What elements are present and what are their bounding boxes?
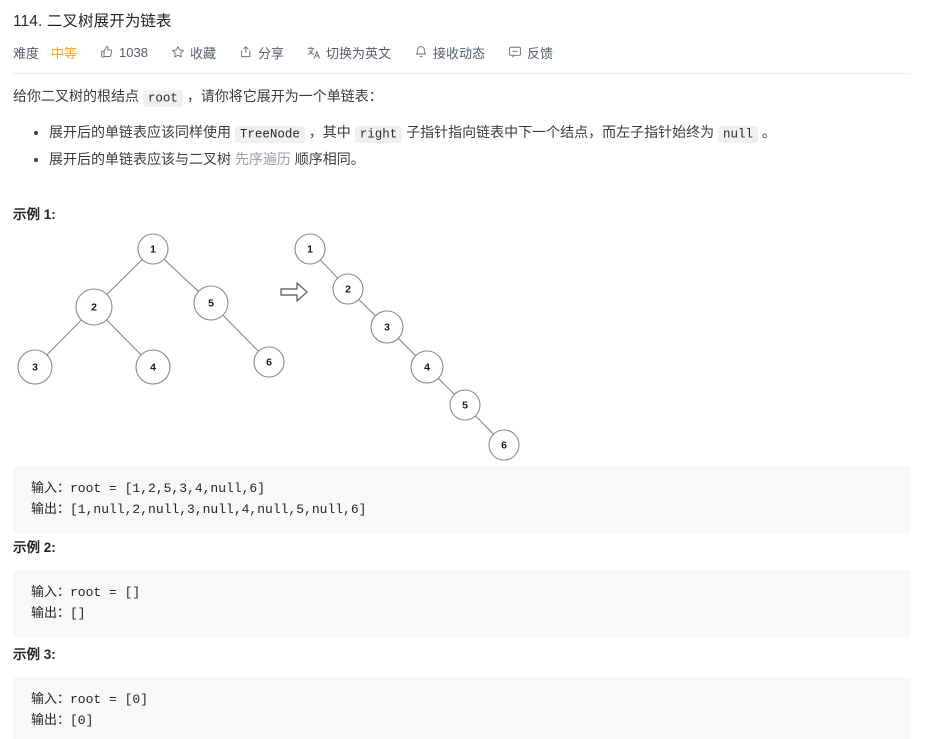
example-1-heading: 示例 1: <box>13 207 56 222</box>
bullet1-text-2: ，其中 <box>308 124 351 140</box>
tree-node: 4 <box>410 350 444 384</box>
header-divider <box>13 73 911 74</box>
difficulty-label: 难度 <box>13 45 40 61</box>
share-icon <box>239 45 253 59</box>
description-bullet-list: 展开后的单链表应该同样使用 TreeNode ，其中 right 子指针指向链表… <box>13 120 913 172</box>
node-value: 6 <box>501 440 507 452</box>
node-value: 4 <box>424 362 430 374</box>
tree-node: 6 <box>488 429 520 461</box>
transforms-to-arrow <box>280 282 308 302</box>
tree-diagram-svg: 1 2 5 3 4 6 1 2 3 4 5 6 <box>17 233 520 461</box>
inline-code-right: right <box>354 125 403 143</box>
star-icon <box>171 45 185 59</box>
node-value: 4 <box>150 362 156 374</box>
translate-icon <box>307 45 321 59</box>
tree-edge <box>475 415 494 435</box>
tree-node: 2 <box>332 273 364 305</box>
bullet1-text-1: 展开后的单链表应该同样使用 <box>49 124 231 140</box>
tree-node: 1 <box>137 233 169 265</box>
subscribe-button[interactable]: 接收动态 <box>414 43 485 62</box>
bell-icon <box>414 45 428 59</box>
node-value: 3 <box>32 362 38 374</box>
bullet2-text-1: 展开后的单链表应该与二叉树 <box>49 151 231 167</box>
node-value: 1 <box>150 244 156 256</box>
favorite-button[interactable]: 收藏 <box>171 43 216 62</box>
node-value: 1 <box>307 244 313 256</box>
lead-text-1: 给你二叉树的根结点 <box>13 88 139 104</box>
example-1-codeblock: 输入：root = [1,2,5,3,4,null,6] 输出：[1,null,… <box>13 466 911 533</box>
translate-label: 切换为英文 <box>325 45 391 61</box>
example-1-output: 输出：[1,null,2,null,3,null,4,null,5,null,6… <box>31 502 367 517</box>
description-lead: 给你二叉树的根结点 root ，请你将它展开为一个单链表： <box>13 84 913 110</box>
arrow-glyph <box>280 282 308 302</box>
share-label: 分享 <box>257 45 284 61</box>
tree-node: 6 <box>253 346 285 378</box>
lead-text-2: ，请你将它展开为一个单链表： <box>186 88 383 104</box>
feedback-label: 反馈 <box>527 45 554 61</box>
tree-node: 3 <box>17 349 53 385</box>
list-item: 展开后的单链表应该与二叉树 先序遍历 顺序相同。 <box>49 147 913 172</box>
example-3-heading: 示例 3: <box>13 647 56 662</box>
tree-node: 4 <box>135 349 171 385</box>
example-1-figure: 1 2 5 3 4 6 1 2 3 4 5 6 <box>13 222 558 462</box>
problem-page: 114. 二叉树展开为链表 难度 中等 1038 收藏 分享 切换为英文 接收动… <box>0 0 926 739</box>
tree-node: 5 <box>193 285 229 321</box>
difficulty-value: 中等 <box>51 45 78 61</box>
problem-meta-bar: 难度 中等 1038 收藏 分享 切换为英文 接收动态 反馈 <box>13 42 553 62</box>
tree-edge <box>106 259 143 295</box>
example-1-input: 输入：root = [1,2,5,3,4,null,6] <box>31 481 266 496</box>
node-value: 2 <box>345 284 351 296</box>
favorite-label: 收藏 <box>189 45 216 61</box>
list-item: 展开后的单链表应该同样使用 TreeNode ，其中 right 子指针指向链表… <box>49 120 913 147</box>
subscribe-label: 接收动态 <box>433 45 486 61</box>
preorder-traversal-link[interactable]: 先序遍历 <box>235 151 291 167</box>
inline-code-root: root <box>142 89 183 107</box>
tree-edge <box>397 337 417 357</box>
tree-edge <box>358 299 376 317</box>
node-value: 2 <box>91 302 97 314</box>
tree-edge <box>222 314 259 352</box>
share-button[interactable]: 分享 <box>239 43 284 62</box>
tree-node: 5 <box>449 389 481 421</box>
node-value: 6 <box>266 357 272 369</box>
problem-description: 给你二叉树的根结点 root ，请你将它展开为一个单链表： 展开后的单链表应该同… <box>13 84 913 172</box>
like-button[interactable]: 1038 <box>100 45 148 60</box>
bullet2-text-2: 顺序相同。 <box>294 151 365 167</box>
example-2-heading: 示例 2: <box>13 540 56 555</box>
bullet1-text-4: 。 <box>761 124 776 140</box>
inline-code-treenode: TreeNode <box>234 125 305 143</box>
tree-node: 1 <box>294 233 326 265</box>
tree-edge <box>106 319 142 356</box>
tree-node: 2 <box>75 288 113 326</box>
tree-edge <box>46 319 82 356</box>
difficulty-indicator: 难度 中等 <box>13 43 77 62</box>
example-3-codeblock: 输入：root = [0] 输出：[0] <box>13 677 911 739</box>
translate-button[interactable]: 切换为英文 <box>307 43 391 62</box>
node-value: 5 <box>462 400 468 412</box>
example-3-input: 输入：root = [0] <box>31 692 149 707</box>
tree-edge <box>319 259 339 279</box>
tree-edge <box>437 377 455 395</box>
comment-icon <box>508 45 522 59</box>
bullet1-text-3: 子指针指向链表中下一个结点，而左子指针始终为 <box>406 124 715 140</box>
example-2-codeblock: 输入：root = [] 输出：[] <box>13 570 911 637</box>
feedback-button[interactable]: 反馈 <box>508 43 553 62</box>
page-title: 114. 二叉树展开为链表 <box>13 13 172 30</box>
thumbs-up-icon <box>100 45 114 59</box>
example-2-input: 输入：root = [] <box>31 585 141 600</box>
tree-edge <box>163 258 199 292</box>
tree-node: 3 <box>370 310 404 344</box>
example-3-output: 输出：[0] <box>31 713 94 728</box>
node-value: 3 <box>384 322 390 334</box>
diagram-nodes: 1 2 5 3 4 6 1 2 3 4 5 6 <box>17 233 520 461</box>
inline-code-null: null <box>717 125 758 143</box>
node-value: 5 <box>208 298 214 310</box>
example-2-output: 输出：[] <box>31 606 86 621</box>
like-count: 1038 <box>119 44 148 60</box>
